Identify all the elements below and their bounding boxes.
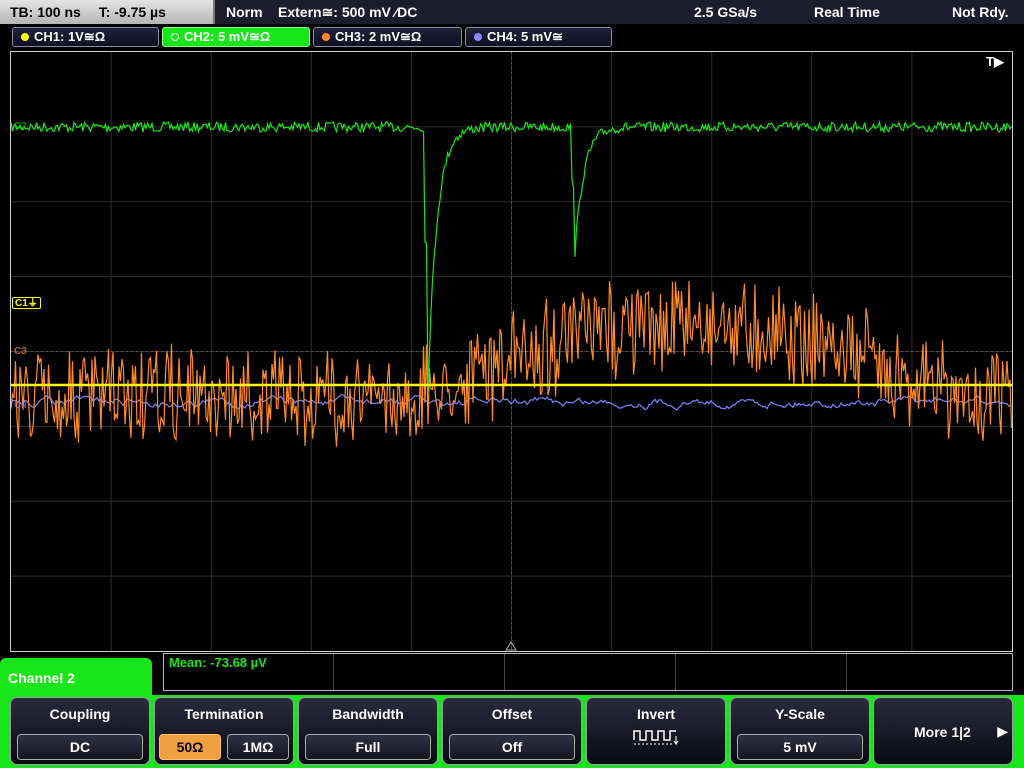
termination-1mohm-option[interactable]: 1MΩ [227, 734, 289, 760]
acquisition-state: Not Rdy. [952, 4, 1009, 20]
tab-ch4[interactable]: CH4: 5 mV≅ [465, 27, 612, 47]
tab-ch4-label: CH4: 5 mV≅ [487, 29, 563, 44]
trigger-source[interactable]: Extern≅: 500 mV ⁄DC [278, 0, 417, 24]
trigger-time-value: T: -9.75 µs [98, 4, 166, 20]
yscale-value[interactable]: 5 mV [737, 734, 863, 760]
ch4-offset-marker[interactable]: C4 [12, 400, 29, 412]
tab-ch3[interactable]: CH3: 2 mV≅Ω [313, 27, 462, 47]
tab-ch1[interactable]: CH1: 1V≅Ω [12, 27, 159, 47]
ch2-color-dot [171, 33, 179, 41]
ch1-color-dot [21, 33, 29, 41]
tab-ch1-label: CH1: 1V≅Ω [34, 29, 106, 44]
tab-ch3-label: CH3: 2 mV≅Ω [335, 29, 422, 44]
offset-value[interactable]: Off [449, 734, 575, 760]
bandwidth-value[interactable]: Full [305, 734, 431, 760]
bandwidth-title: Bandwidth [332, 706, 404, 722]
mean-measurement[interactable]: Mean: -73.68 µV [169, 655, 267, 670]
meas-cell [505, 654, 676, 690]
status-bar: TB: 100 ns T: -9.75 µs Norm Extern≅: 500… [0, 0, 1024, 24]
ch1-offset-marker[interactable]: C1⏚ [12, 297, 41, 309]
waveform-canvas[interactable] [11, 52, 1012, 651]
measurement-panel: Mean: -73.68 µV [163, 653, 1013, 691]
tab-ch2-label: CH2: 5 mV≅Ω [184, 29, 271, 44]
offset-softkey[interactable]: Offset Off [442, 697, 582, 765]
coupling-title: Coupling [49, 706, 111, 722]
meas-cell [676, 654, 847, 690]
menu-title-tab: Channel 2 [0, 658, 152, 700]
coupling-value[interactable]: DC [17, 734, 143, 760]
yscale-softkey[interactable]: Y-Scale 5 mV [730, 697, 870, 765]
play-arrow-icon: ▶ [997, 723, 1008, 739]
more-button[interactable]: More 1|2 ▶ [873, 697, 1013, 765]
offset-title: Offset [491, 706, 533, 722]
coupling-softkey[interactable]: Coupling DC [10, 697, 150, 765]
trigger-icon: T▶ [986, 54, 1004, 69]
bandwidth-softkey[interactable]: Bandwidth Full [298, 697, 438, 765]
termination-softkey[interactable]: Termination 50Ω 1MΩ [154, 697, 294, 765]
ch2-offset-marker[interactable]: C2 [12, 121, 29, 133]
sample-rate: 2.5 GSa/s [694, 4, 758, 20]
ch4-color-dot [474, 33, 482, 41]
tab-ch2[interactable]: CH2: 5 mV≅Ω [162, 27, 310, 47]
softkey-menu: Coupling DC Termination 50Ω 1MΩ Bandwidt… [0, 695, 1024, 768]
ch3-color-dot [322, 33, 330, 41]
yscale-title: Y-Scale [775, 706, 825, 722]
invert-softkey[interactable]: Invert [586, 697, 726, 765]
more-label: More 1|2 [914, 724, 971, 740]
meas-cell [334, 654, 505, 690]
termination-title: Termination [184, 706, 264, 722]
timebase-value: TB: 100 ns [10, 4, 81, 20]
termination-50ohm-option[interactable]: 50Ω [159, 734, 221, 760]
trigger-mode[interactable]: Norm [226, 0, 263, 24]
acquisition-mode: Real Time [814, 4, 880, 20]
square-wave-invert-icon [633, 730, 679, 746]
timebase-box[interactable]: TB: 100 ns T: -9.75 µs [0, 0, 215, 24]
ch3-offset-marker[interactable]: C3 [12, 346, 29, 358]
invert-title: Invert [636, 706, 676, 722]
menu-title: Channel 2 [8, 670, 75, 686]
